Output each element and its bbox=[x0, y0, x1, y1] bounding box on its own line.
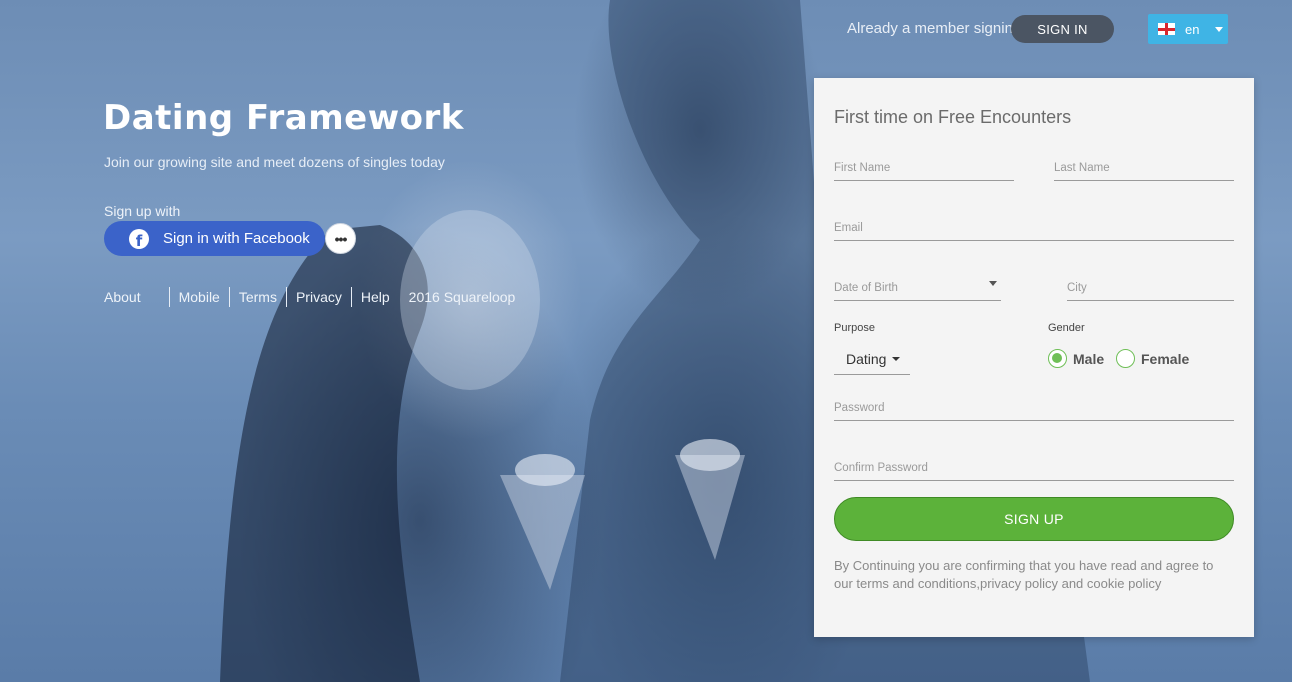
dob-placeholder: Date of Birth bbox=[834, 282, 898, 294]
signup-with-label: Sign up with bbox=[104, 203, 181, 219]
radio-checked-icon bbox=[1048, 349, 1067, 368]
language-label: en bbox=[1185, 21, 1200, 37]
gender-label: Gender bbox=[1048, 322, 1085, 334]
sign-in-button[interactable]: SIGN IN bbox=[1011, 15, 1114, 43]
more-options-button[interactable]: ••• bbox=[325, 223, 356, 254]
purpose-label: Purpose bbox=[834, 322, 875, 334]
chevron-down-icon bbox=[892, 357, 901, 361]
gender-female-label: Female bbox=[1141, 350, 1190, 367]
password-placeholder: Password bbox=[834, 402, 885, 414]
signup-form-panel: First time on Free Encounters First Name… bbox=[814, 78, 1254, 637]
england-flag-icon bbox=[1158, 23, 1175, 35]
copyright-text: 2016 Squareloop bbox=[408, 289, 516, 305]
terms-text: By Continuing you are confirming that yo… bbox=[834, 558, 1214, 591]
footer-link-privacy[interactable]: Privacy bbox=[287, 287, 351, 307]
chevron-down-icon bbox=[1215, 26, 1224, 32]
form-title: First time on Free Encounters bbox=[834, 107, 1072, 127]
brand-title: Dating Framework bbox=[103, 98, 464, 138]
radio-unchecked-icon bbox=[1116, 349, 1135, 368]
facebook-icon: f bbox=[129, 228, 149, 249]
purpose-value: Dating bbox=[846, 351, 887, 367]
footer-link-help[interactable]: Help bbox=[352, 287, 399, 307]
email-field[interactable]: Email bbox=[834, 211, 1234, 241]
city-field[interactable]: City bbox=[1067, 271, 1234, 301]
first-name-field[interactable]: First Name bbox=[834, 151, 1014, 181]
gender-male-label: Male bbox=[1073, 350, 1105, 367]
gender-male-radio[interactable]: Male bbox=[1048, 349, 1104, 368]
language-selector[interactable]: en bbox=[1148, 14, 1228, 44]
city-placeholder: City bbox=[1067, 282, 1087, 294]
last-name-field[interactable]: Last Name bbox=[1054, 151, 1234, 181]
sign-up-button[interactable]: SIGN UP bbox=[834, 497, 1234, 541]
confirm-password-field[interactable]: Confirm Password bbox=[834, 451, 1234, 481]
email-placeholder: Email bbox=[834, 222, 863, 234]
first-name-placeholder: First Name bbox=[834, 162, 891, 174]
chevron-down-icon bbox=[989, 281, 997, 286]
facebook-button-label: Sign in with Facebook bbox=[163, 230, 310, 247]
purpose-select[interactable]: Dating bbox=[834, 344, 910, 375]
confirm-password-placeholder: Confirm Password bbox=[834, 462, 928, 474]
date-of-birth-field[interactable]: Date of Birth bbox=[834, 271, 1001, 301]
password-field[interactable]: Password bbox=[834, 391, 1234, 421]
already-member-text: Already a member signin bbox=[847, 20, 1013, 37]
gender-female-radio[interactable]: Female bbox=[1116, 349, 1189, 368]
facebook-signin-button[interactable]: f Sign in with Facebook bbox=[104, 221, 325, 256]
footer-link-mobile[interactable]: Mobile bbox=[170, 287, 229, 307]
footer-link-about[interactable]: About bbox=[104, 287, 169, 307]
last-name-placeholder: Last Name bbox=[1054, 162, 1110, 174]
footer-links: About Mobile Terms Privacy Help 2016 Squ… bbox=[104, 287, 515, 307]
brand-subtitle: Join our growing site and meet dozens of… bbox=[104, 154, 445, 170]
footer-link-terms[interactable]: Terms bbox=[230, 287, 286, 307]
